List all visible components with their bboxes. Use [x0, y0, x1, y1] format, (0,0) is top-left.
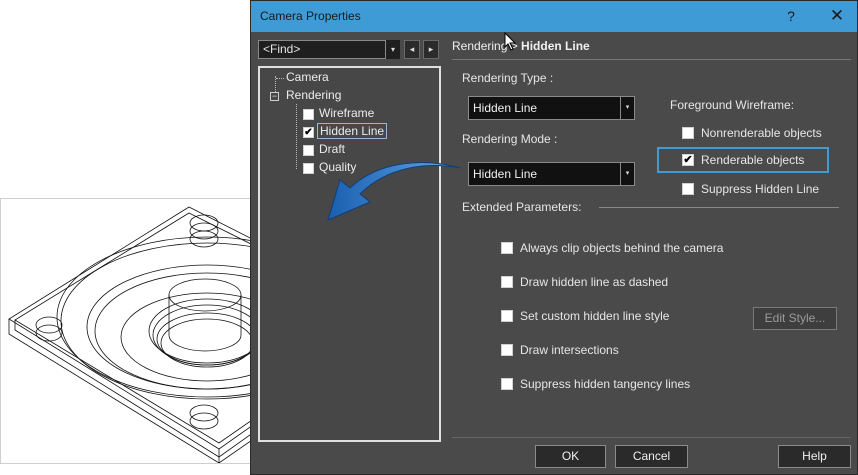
next-page-button[interactable]: ▸: [423, 40, 439, 59]
checkbox-label: Suppress Hidden Line: [701, 182, 820, 196]
rendering-type-label: Rendering Type :: [462, 71, 554, 85]
tree-item-label: Wireframe: [319, 106, 375, 120]
close-icon[interactable]: ✕: [825, 5, 849, 27]
tree-item-label: Camera: [286, 70, 329, 84]
checkbox-box[interactable]: [501, 276, 513, 288]
checkbox-label: Set custom hidden line style: [520, 309, 670, 323]
rendering-mode-select[interactable]: Hidden Line ▾: [468, 162, 635, 186]
camera-properties-dialog: Camera Properties ? ✕ <Find> ▾ ◂ ▸ Camer…: [250, 0, 858, 475]
rendering-mode-label: Rendering Mode :: [462, 132, 558, 146]
checkbox-box[interactable]: [682, 127, 694, 139]
checkbox-box[interactable]: [501, 344, 513, 356]
title-bar[interactable]: Camera Properties ? ✕: [251, 1, 857, 32]
tree-item-rendering[interactable]: Rendering: [284, 88, 343, 102]
rendering-type-select[interactable]: Hidden Line ▾: [468, 96, 635, 120]
tree-connector: [296, 104, 297, 169]
tree-checkbox-wireframe[interactable]: [303, 109, 314, 120]
breadcrumb-current: Hidden Line: [521, 39, 590, 53]
find-input[interactable]: <Find>: [258, 40, 400, 59]
tree-item-hidden-line[interactable]: Hidden Line: [317, 123, 388, 139]
checkbox-label: Renderable objects: [701, 153, 805, 167]
tree-checkbox-quality[interactable]: [303, 163, 314, 174]
edit-style-button[interactable]: Edit Style...: [753, 307, 837, 330]
curved-arrow-icon: [327, 162, 461, 221]
chevron-down-icon[interactable]: ▾: [385, 40, 400, 59]
tree-item-draft[interactable]: Draft: [317, 142, 347, 156]
checkbox-label: Nonrenderable objects: [701, 126, 822, 140]
cancel-button[interactable]: Cancel: [615, 445, 688, 468]
rendering-type-value: Hidden Line: [473, 101, 538, 115]
mouse-cursor-icon: [504, 32, 517, 51]
tree-item-label: Draft: [319, 142, 346, 156]
settings-tree[interactable]: Camera − Rendering Wireframe ✔ Hidden Li…: [258, 66, 441, 442]
tree-item-wireframe[interactable]: Wireframe: [317, 106, 376, 120]
extended-parameters-label: Extended Parameters:: [462, 200, 582, 214]
divider: [452, 59, 851, 60]
previous-page-button[interactable]: ◂: [404, 40, 420, 59]
tree-checkbox-hidden-line[interactable]: ✔: [303, 127, 314, 138]
divider: [599, 207, 839, 208]
checkbox-box[interactable]: [501, 310, 513, 322]
tree-checkbox-draft[interactable]: [303, 145, 314, 156]
checkbox-label: Always clip objects behind the camera: [520, 241, 724, 255]
tree-connector: [276, 78, 284, 79]
foreground-wireframe-label: Foreground Wireframe:: [670, 98, 795, 112]
rendering-mode-value: Hidden Line: [473, 167, 538, 181]
checkbox-box[interactable]: [501, 242, 513, 254]
checkbox-box[interactable]: ✔: [682, 154, 694, 166]
help-button[interactable]: Help: [778, 445, 851, 468]
tree-item-camera[interactable]: Camera: [284, 70, 331, 84]
checkbox-box[interactable]: [501, 378, 513, 390]
window-title: Camera Properties: [260, 9, 361, 23]
ok-button[interactable]: OK: [535, 445, 606, 468]
breadcrumb: Rendering > Hidden Line: [452, 39, 590, 53]
checkbox-label: Draw intersections: [520, 343, 619, 357]
checkbox-box[interactable]: [682, 183, 694, 195]
tree-item-label: Rendering: [286, 88, 342, 102]
chevron-down-icon[interactable]: ▾: [620, 163, 634, 185]
checkbox-label: Suppress hidden tangency lines: [520, 377, 691, 391]
collapse-icon[interactable]: −: [270, 92, 279, 101]
chevron-down-icon[interactable]: ▾: [620, 97, 634, 119]
tree-item-label: Hidden Line: [317, 123, 388, 139]
divider: [452, 437, 851, 438]
help-icon[interactable]: ?: [779, 5, 803, 27]
checkbox-label: Draw hidden line as dashed: [520, 275, 669, 289]
